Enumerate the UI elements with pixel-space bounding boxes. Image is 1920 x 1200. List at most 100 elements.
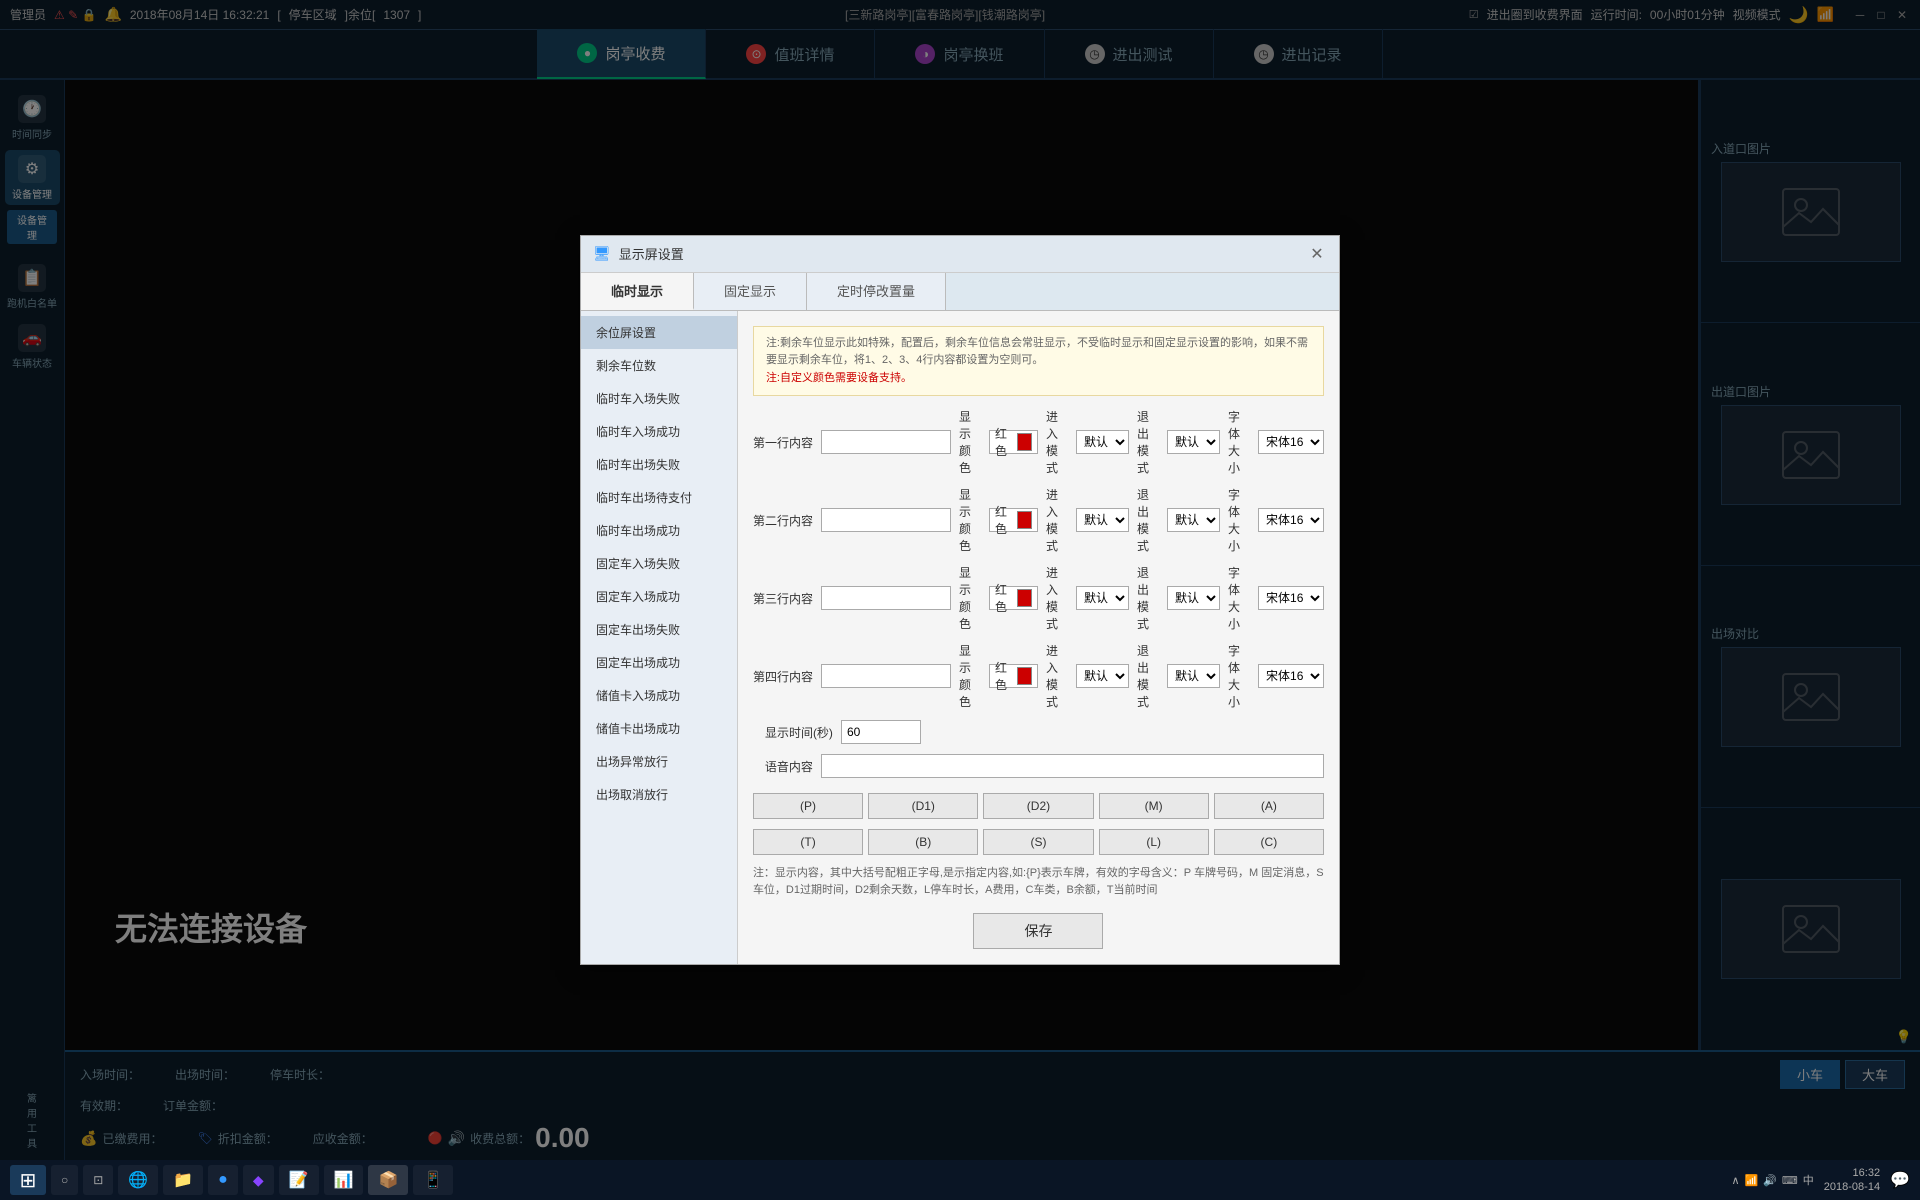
btn-L[interactable]: (L) [1099,829,1209,855]
btn-D1[interactable]: (D1) [868,793,978,819]
btn-S[interactable]: (S) [983,829,1093,855]
row2-font-select[interactable]: 宋体16 [1258,508,1324,532]
menu-item-5[interactable]: 临时车出场待支付 [581,481,737,514]
display-time-input[interactable] [841,720,921,744]
btn-D2[interactable]: (D2) [983,793,1093,819]
menu-item-6[interactable]: 临时车出场成功 [581,514,737,547]
taskbar-item-taskview[interactable]: ⊡ [83,1165,113,1195]
row3-color-text: 红色 [995,581,1012,615]
hint-text: 注：显示内容，其中大括号配粗正字母,是示指定内容,如:{P}表示车牌，有效的字母… [753,865,1324,898]
dialog-tab-temp[interactable]: 临时显示 [581,273,694,310]
btn-M[interactable]: (M) [1099,793,1209,819]
taskbar-item-app2[interactable]: 📝 [279,1165,319,1195]
menu-item-0[interactable]: 余位屏设置 [581,316,737,349]
btn-C[interactable]: (C) [1214,829,1324,855]
row4-color-swatch[interactable] [1017,667,1032,685]
row1-exit-mode-select[interactable]: 默认 [1167,430,1220,454]
menu-item-10[interactable]: 固定车出场成功 [581,646,737,679]
row3-exit-mode-select[interactable]: 默认 [1167,586,1220,610]
ime-icon[interactable]: 中 [1803,1172,1814,1188]
voice-label: 语音内容 [753,758,813,775]
taskbar-item-app5[interactable]: 📱 [413,1165,453,1195]
expand-icon[interactable]: ∧ [1731,1174,1739,1187]
menu-item-14[interactable]: 出场取消放行 [581,778,737,811]
dialog-tab-fixed[interactable]: 固定显示 [694,273,807,310]
btn-B[interactable]: (B) [868,829,978,855]
row2-exit-mode-select[interactable]: 默认 [1167,508,1220,532]
menu-item-4[interactable]: 临时车出场失败 [581,448,737,481]
row3-label: 第三行内容 [753,590,813,607]
row1-color-picker[interactable]: 红色 [989,430,1038,454]
menu-item-3[interactable]: 临时车入场成功 [581,415,737,448]
menu-item-2[interactable]: 临时车入场失败 [581,382,737,415]
btn-T[interactable]: (T) [753,829,863,855]
menu-item-11[interactable]: 储值卡入场成功 [581,679,737,712]
row2-exit-mode-label: 退出模式 [1137,486,1159,554]
row1-color-label: 显示颜色 [959,408,981,476]
menu-item-7[interactable]: 固定车入场失败 [581,547,737,580]
row4-color-text: 红色 [995,659,1012,693]
display-time-label: 显示时间(秒) [753,724,833,741]
row3-color-swatch[interactable] [1017,589,1032,607]
voice-input[interactable] [821,754,1324,778]
row2-color-swatch[interactable] [1017,511,1032,529]
row3-entry-mode-label: 进入模式 [1046,564,1068,632]
notification-icon[interactable]: 💬 [1890,1170,1910,1190]
taskbar-item-app3[interactable]: 📊 [324,1165,364,1195]
taskbar-item-edge[interactable]: 🌐 [118,1165,158,1195]
btn-A[interactable]: (A) [1214,793,1324,819]
row4-entry-mode-select[interactable]: 默认 [1076,664,1129,688]
dialog-tab-timer[interactable]: 定时停改置量 [807,273,946,310]
menu-item-8[interactable]: 固定车入场成功 [581,580,737,613]
row1-color-swatch[interactable] [1017,433,1032,451]
row4-exit-mode-select[interactable]: 默认 [1167,664,1220,688]
taskbar-item-app4[interactable]: 📦 [368,1165,408,1195]
row4-input[interactable] [821,664,951,688]
row1-font-select[interactable]: 宋体16 [1258,430,1324,454]
dialog-title-icon: 🖥 [593,245,611,262]
row1-color-text: 红色 [995,425,1012,459]
row3-entry-mode-select[interactable]: 默认 [1076,586,1129,610]
volume-taskbar-icon[interactable]: 🔊 [1763,1174,1777,1187]
form-row-1: 第一行内容 显示颜色 红色 进入模式 默认 退出模式 默认 字体大小 [753,408,1324,476]
menu-item-13[interactable]: 出场异常放行 [581,745,737,778]
row2-entry-mode-select[interactable]: 默认 [1076,508,1129,532]
row3-font-select[interactable]: 宋体16 [1258,586,1324,610]
row2-input[interactable] [821,508,951,532]
taskbar-clock[interactable]: 16:32 2018-08-14 [1824,1166,1880,1195]
taskbar-item-search[interactable]: ○ [51,1165,78,1195]
row2-color-label: 显示颜色 [959,486,981,554]
menu-item-9[interactable]: 固定车出场失败 [581,613,737,646]
row4-color-label: 显示颜色 [959,642,981,710]
display-settings-dialog: 🖥 显示屏设置 ✕ 临时显示 固定显示 定时停改置量 余位屏设置 剩余车位数 临… [580,235,1340,966]
network-taskbar-icon[interactable]: 📶 [1745,1174,1759,1187]
menu-item-12[interactable]: 储值卡出场成功 [581,712,737,745]
row4-exit-mode-label: 退出模式 [1137,642,1159,710]
btn-grid-row1: (P) (D1) (D2) (M) (A) [753,793,1324,819]
row1-entry-mode-label: 进入模式 [1046,408,1068,476]
taskbar-item-app1[interactable]: ● [208,1165,238,1195]
row4-label: 第四行内容 [753,668,813,685]
row2-color-picker[interactable]: 红色 [989,508,1038,532]
taskbar-item-ide[interactable]: ◆ [243,1165,274,1195]
taskbar: ⊞ ○ ⊡ 🌐 📁 ● ◆ 📝 📊 📦 📱 ∧ 📶 🔊 ⌨ 中 16:32 20… [0,1160,1920,1200]
taskbar-item-explorer[interactable]: 📁 [163,1165,203,1195]
dialog-left-menu: 余位屏设置 剩余车位数 临时车入场失败 临时车入场成功 临时车出场失败 临时车出… [581,311,738,965]
row1-font-size-label: 字体大小 [1228,408,1250,476]
row3-color-picker[interactable]: 红色 [989,586,1038,610]
menu-item-1[interactable]: 剩余车位数 [581,349,737,382]
row1-input[interactable] [821,430,951,454]
row4-color-picker[interactable]: 红色 [989,664,1038,688]
dialog-body: 余位屏设置 剩余车位数 临时车入场失败 临时车入场成功 临时车出场失败 临时车出… [581,311,1339,965]
row4-entry-mode-label: 进入模式 [1046,642,1068,710]
row3-input[interactable] [821,586,951,610]
dialog-close-button[interactable]: ✕ [1307,244,1327,264]
btn-P[interactable]: (P) [753,793,863,819]
save-button[interactable]: 保存 [973,913,1103,949]
dialog-title: 显示屏设置 [619,244,684,263]
taskbar-start-button[interactable]: ⊞ [10,1165,46,1195]
keyboard-icon[interactable]: ⌨ [1782,1174,1798,1187]
row3-color-label: 显示颜色 [959,564,981,632]
row1-entry-mode-select[interactable]: 默认 [1076,430,1129,454]
row4-font-select[interactable]: 宋体16 [1258,664,1324,688]
